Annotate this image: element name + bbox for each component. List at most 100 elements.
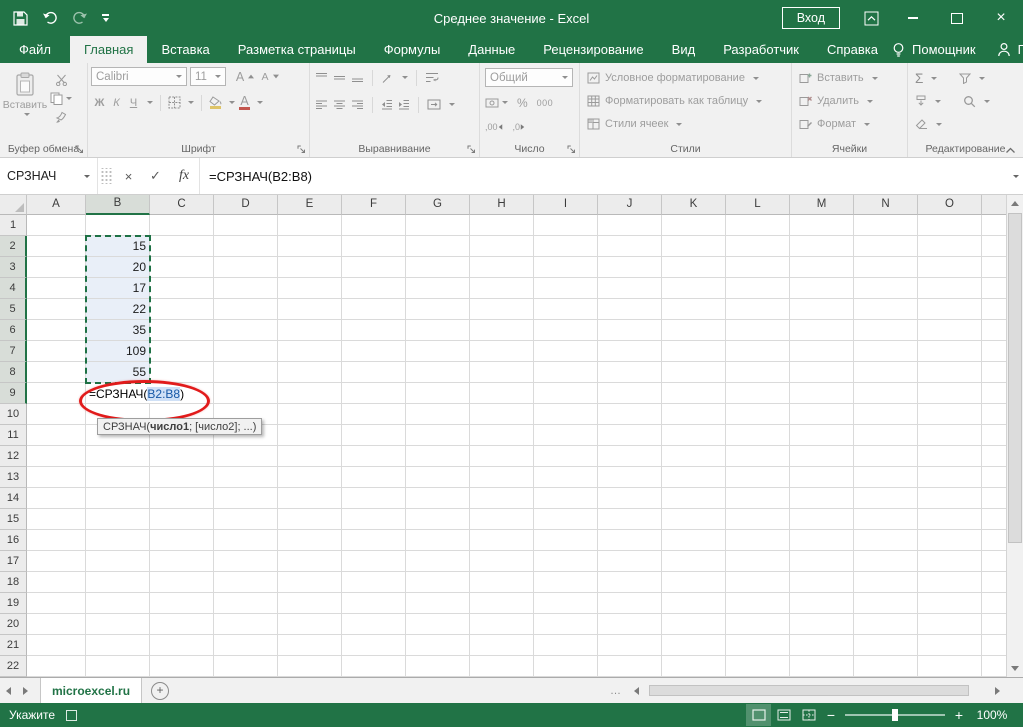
cell-F8[interactable] [342, 362, 406, 383]
collapse-ribbon-button[interactable] [1005, 147, 1016, 154]
cell-C4[interactable] [150, 278, 214, 299]
formula-input[interactable]: =СРЗНАЧ(B2:B8) [199, 158, 1005, 194]
row-header-18[interactable]: 18 [0, 572, 27, 593]
row-header-4[interactable]: 4 [0, 278, 27, 299]
page-layout-view-button[interactable] [771, 704, 796, 726]
cell-O2[interactable] [918, 236, 982, 257]
cell-E12[interactable] [278, 446, 342, 467]
cell-H20[interactable] [470, 614, 534, 635]
cell-J15[interactable] [598, 509, 662, 530]
column-header-O[interactable]: O [918, 195, 982, 215]
cell-M16[interactable] [790, 530, 854, 551]
cell-K7[interactable] [662, 341, 726, 362]
cell-M17[interactable] [790, 551, 854, 572]
increase-indent-button[interactable] [398, 99, 410, 110]
cell-G17[interactable] [406, 551, 470, 572]
cell-C1[interactable] [150, 215, 214, 236]
cell-G11[interactable] [406, 425, 470, 446]
cell-K22[interactable] [662, 656, 726, 677]
cell-M20[interactable] [790, 614, 854, 635]
row-header-22[interactable]: 22 [0, 656, 27, 677]
cell-N19[interactable] [854, 593, 918, 614]
share-button[interactable]: Поделиться [1018, 42, 1023, 57]
cancel-button[interactable]: × [115, 158, 142, 194]
cell-J10[interactable] [598, 404, 662, 425]
cell-E3[interactable] [278, 257, 342, 278]
cell-J18[interactable] [598, 572, 662, 593]
cell-H12[interactable] [470, 446, 534, 467]
cell-L13[interactable] [726, 467, 790, 488]
cell-I6[interactable] [534, 320, 598, 341]
cell-H4[interactable] [470, 278, 534, 299]
cell-C21[interactable] [150, 635, 214, 656]
cell-A8[interactable] [27, 362, 86, 383]
cell-L11[interactable] [726, 425, 790, 446]
cell-G12[interactable] [406, 446, 470, 467]
cell-G4[interactable] [406, 278, 470, 299]
cell-L16[interactable] [726, 530, 790, 551]
cell-F15[interactable] [342, 509, 406, 530]
cell-O21[interactable] [918, 635, 982, 656]
alignment-dialog-launcher[interactable] [466, 144, 477, 155]
page-break-view-button[interactable] [796, 704, 821, 726]
cell-N2[interactable] [854, 236, 918, 257]
cell-A2[interactable] [27, 236, 86, 257]
cell-O3[interactable] [918, 257, 982, 278]
cell-O11[interactable] [918, 425, 982, 446]
cell-D4[interactable] [214, 278, 278, 299]
shrink-font-button[interactable]: А [258, 71, 280, 83]
cell-C22[interactable] [150, 656, 214, 677]
bold-button[interactable]: Ж [93, 97, 106, 109]
cell-I10[interactable] [534, 404, 598, 425]
column-header-B[interactable]: B [86, 195, 150, 215]
insert-function-button[interactable]: fx [169, 158, 199, 194]
clipboard-dialog-launcher[interactable] [74, 144, 85, 155]
cell-A1[interactable] [27, 215, 86, 236]
cell-A6[interactable] [27, 320, 86, 341]
column-header-D[interactable]: D [214, 195, 278, 215]
cell-H8[interactable] [470, 362, 534, 383]
row-header-16[interactable]: 16 [0, 530, 27, 551]
row-header-2[interactable]: 2 [0, 236, 27, 257]
cell-I19[interactable] [534, 593, 598, 614]
row-header-10[interactable]: 10 [0, 404, 27, 425]
cell-J9[interactable] [598, 383, 662, 404]
cell-E2[interactable] [278, 236, 342, 257]
row-header-21[interactable]: 21 [0, 635, 27, 656]
active-cell-editor[interactable]: =СРЗНАЧ(B2:B8) [88, 384, 185, 403]
cell-E14[interactable] [278, 488, 342, 509]
cell-A21[interactable] [27, 635, 86, 656]
cell-A22[interactable] [27, 656, 86, 677]
ribbon-tab[interactable]: Справка [813, 36, 892, 63]
cell-A9[interactable] [27, 383, 86, 404]
cell-I11[interactable] [534, 425, 598, 446]
cell-G9[interactable] [406, 383, 470, 404]
font-size-select[interactable]: 11 [190, 67, 226, 86]
row-header-12[interactable]: 12 [0, 446, 27, 467]
format-cells-button[interactable]: Формат [795, 114, 904, 134]
cell-E19[interactable] [278, 593, 342, 614]
cell-F10[interactable] [342, 404, 406, 425]
cell-J2[interactable] [598, 236, 662, 257]
cell-D19[interactable] [214, 593, 278, 614]
cell-F22[interactable] [342, 656, 406, 677]
cell-A11[interactable] [27, 425, 86, 446]
cell-M3[interactable] [790, 257, 854, 278]
assistant-button[interactable]: Помощник [912, 42, 976, 57]
wrap-text-button[interactable] [425, 72, 439, 83]
cell-G20[interactable] [406, 614, 470, 635]
sheet-nav-left-button[interactable] [0, 687, 17, 695]
align-right-button[interactable] [351, 100, 364, 110]
zoom-level[interactable]: 100% [969, 708, 1015, 722]
cell-O20[interactable] [918, 614, 982, 635]
cell-L3[interactable] [726, 257, 790, 278]
row-header-5[interactable]: 5 [0, 299, 27, 320]
cell-M13[interactable] [790, 467, 854, 488]
column-header-A[interactable]: A [27, 195, 86, 215]
cell-M7[interactable] [790, 341, 854, 362]
cell-I21[interactable] [534, 635, 598, 656]
cell-H21[interactable] [470, 635, 534, 656]
cell-G5[interactable] [406, 299, 470, 320]
cell-M18[interactable] [790, 572, 854, 593]
cell-B22[interactable] [86, 656, 150, 677]
